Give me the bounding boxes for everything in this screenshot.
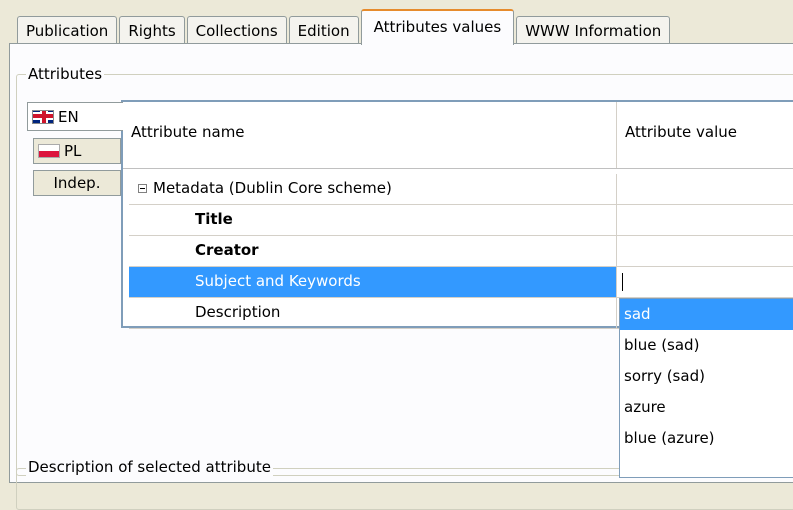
lang-tab-label: EN (58, 107, 79, 126)
lang-tab-pl[interactable]: PL (33, 138, 121, 164)
dropdown-item[interactable]: sorry (sad) (620, 361, 793, 392)
description-group-title: Description of selected attribute (26, 458, 273, 476)
dropdown-item[interactable]: sad (620, 299, 793, 330)
dropdown-item[interactable]: azure (620, 392, 793, 423)
attribute-name-cell[interactable]: Description (129, 298, 617, 329)
collapse-icon[interactable] (138, 184, 147, 193)
attribute-value-editor[interactable] (617, 267, 793, 298)
attribute-value-cell[interactable] (617, 174, 793, 205)
group-label: Metadata (Dublin Core scheme) (153, 179, 392, 197)
dropdown-item[interactable]: blue (azure) (620, 423, 793, 454)
tab-collections[interactable]: Collections (186, 16, 287, 44)
uk-flag-icon (32, 109, 54, 124)
table-row[interactable]: Metadata (Dublin Core scheme) (129, 174, 793, 205)
attribute-name-cell[interactable]: Metadata (Dublin Core scheme) (129, 174, 617, 205)
column-header-attribute-value[interactable]: Attribute value (617, 102, 793, 168)
lang-tab-en[interactable]: EN (27, 102, 123, 131)
lang-tab-label: Indep. (53, 174, 101, 192)
text-cursor (622, 273, 623, 291)
autocomplete-dropdown[interactable]: sad blue (sad) sorry (sad) azure blue (a… (619, 298, 793, 478)
attribute-name-cell[interactable]: Subject and Keywords (129, 267, 617, 298)
tab-publication[interactable]: Publication (17, 16, 118, 44)
tab-strip: Publication Rights Collections Edition A… (17, 8, 672, 45)
tab-attributes-values[interactable]: Attributes values (360, 9, 515, 45)
table-row[interactable]: Creator (129, 236, 793, 267)
tab-edition[interactable]: Edition (288, 16, 359, 44)
attribute-name-cell[interactable]: Title (129, 205, 617, 236)
attributes-group-title: Attributes (26, 65, 105, 83)
lang-tab-independent[interactable]: Indep. (33, 170, 121, 196)
column-header-attribute-name[interactable]: Attribute name (123, 102, 617, 168)
tab-www-information[interactable]: WWW Information (516, 16, 671, 44)
poland-flag-icon (38, 144, 60, 158)
table-header: Attribute name Attribute value (123, 102, 793, 169)
table-row-selected[interactable]: Subject and Keywords (129, 267, 793, 298)
attribute-name-cell[interactable]: Creator (129, 236, 617, 267)
tab-rights[interactable]: Rights (119, 16, 185, 44)
attribute-value-cell[interactable] (617, 236, 793, 267)
table-row[interactable]: Title (129, 205, 793, 236)
attribute-value-cell[interactable] (617, 205, 793, 236)
attributes-table[interactable]: Attribute name Attribute value Metadata … (121, 100, 793, 329)
lang-tab-label: PL (64, 142, 82, 160)
dropdown-item[interactable]: blue (sad) (620, 330, 793, 361)
